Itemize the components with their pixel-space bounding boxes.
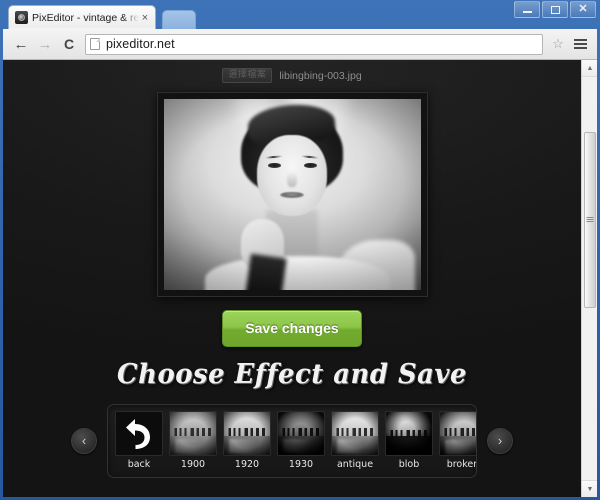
browser-tab-pixeditor[interactable]: PixEditor - vintage & ret × [8, 5, 156, 29]
page-title: Choose Effect and Save [15, 359, 570, 390]
forward-button[interactable]: → [33, 32, 57, 56]
photo-frame [157, 92, 428, 297]
save-row: Save changes [3, 310, 581, 347]
effect-item-1920[interactable]: 1920 [223, 411, 271, 473]
effects-carousel: ‹ back [3, 404, 581, 478]
back-button[interactable]: ← [9, 32, 33, 56]
effect-label: broken [439, 459, 477, 470]
reload-button[interactable]: C [57, 32, 81, 56]
effect-label: 1920 [223, 459, 271, 470]
choose-file-button[interactable]: 選擇檔案 [222, 68, 272, 83]
pixeditor-page: 選擇檔案 libingbing-003.jpg [3, 60, 581, 497]
effect-thumb [331, 411, 379, 456]
window-controls: ✕ [514, 1, 596, 18]
effect-label: antique [331, 459, 379, 470]
minimize-button[interactable] [514, 1, 540, 18]
file-upload-row: 選擇檔案 libingbing-003.jpg [3, 60, 581, 83]
page-icon [90, 38, 100, 50]
effect-label: 1930 [277, 459, 325, 470]
selected-file-name: libingbing-003.jpg [279, 70, 361, 82]
tab-title: PixEditor - vintage & ret [32, 12, 139, 24]
effect-thumb [277, 411, 325, 456]
carousel-prev-button[interactable]: ‹ [71, 428, 97, 454]
effect-item-broken[interactable]: broken [439, 411, 477, 473]
effects-strip: back 1900 [107, 404, 477, 478]
address-bar-url: pixeditor.net [106, 37, 175, 51]
scrollbar-thumb[interactable] [584, 132, 596, 308]
effect-item-1930[interactable]: 1930 [277, 411, 325, 473]
undo-icon [115, 411, 163, 456]
new-tab-button[interactable] [162, 10, 196, 29]
effect-label: 1900 [169, 459, 217, 470]
effect-thumb [439, 411, 477, 456]
browser-toolbar: ← → C pixeditor.net ☆ [3, 29, 597, 60]
effect-label: blob [385, 459, 433, 470]
effect-thumb [385, 411, 433, 456]
maximize-button[interactable] [542, 1, 568, 18]
browser-window: PixEditor - vintage & ret × ✕ ← → C pixe… [0, 0, 600, 500]
hamburger-menu-icon[interactable] [569, 33, 591, 55]
effect-item-1900[interactable]: 1900 [169, 411, 217, 473]
effect-thumb [169, 411, 217, 456]
carousel-next-button[interactable]: › [487, 428, 513, 454]
address-bar[interactable]: pixeditor.net [85, 34, 543, 55]
page-viewport: 選擇檔案 libingbing-003.jpg [3, 60, 597, 497]
close-window-button[interactable]: ✕ [570, 1, 596, 18]
effect-item-back[interactable]: back [115, 411, 163, 473]
scroll-up-icon[interactable]: ▲ [582, 60, 597, 77]
effect-label: back [115, 459, 163, 470]
vertical-scrollbar[interactable]: ▲ ▼ [581, 60, 597, 497]
close-icon[interactable]: × [139, 12, 151, 24]
tab-strip: PixEditor - vintage & ret × ✕ [0, 0, 600, 29]
bookmark-star-icon[interactable]: ☆ [549, 36, 567, 52]
scroll-down-icon[interactable]: ▼ [582, 480, 597, 497]
camera-favicon [15, 11, 28, 24]
photo-preview[interactable] [164, 99, 421, 290]
save-changes-button[interactable]: Save changes [222, 310, 361, 347]
effect-thumb [223, 411, 271, 456]
effect-item-blob[interactable]: blob [385, 411, 433, 473]
effect-item-antique[interactable]: antique [331, 411, 379, 473]
